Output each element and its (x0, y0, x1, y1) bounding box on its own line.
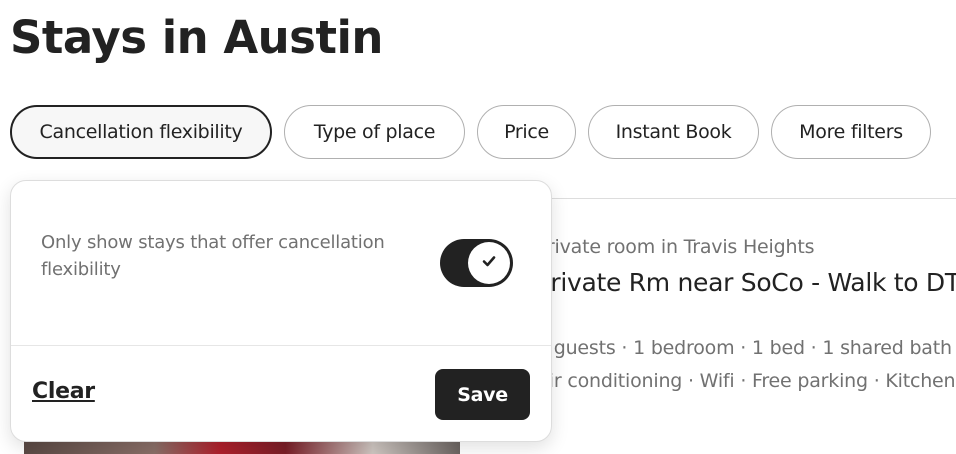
filter-cancellation-flexibility[interactable]: Cancellation flexibility (10, 105, 272, 159)
toggle-knob (468, 242, 510, 284)
cancellation-toggle[interactable] (440, 239, 513, 287)
page-title: Stays in Austin (10, 11, 383, 64)
listings-divider (540, 198, 956, 199)
listing-subtitle: Private room in Travis Heights (536, 236, 815, 258)
check-icon (481, 253, 497, 273)
filter-price[interactable]: Price (477, 105, 576, 159)
listing-details: 2 guests · 1 bedroom · 1 bed · 1 shared … (536, 337, 952, 359)
popover-divider (11, 345, 551, 346)
filter-more-filters[interactable]: More filters (771, 105, 931, 159)
filter-instant-book[interactable]: Instant Book (588, 105, 759, 159)
cancellation-popover: Only show stays that offer cancellation … (10, 180, 552, 442)
save-button[interactable]: Save (435, 369, 530, 420)
clear-link[interactable]: Clear (32, 379, 95, 404)
listing-name[interactable]: Private Rm near SoCo - Walk to DT! (536, 268, 956, 297)
filter-type-of-place[interactable]: Type of place (284, 105, 465, 159)
listing-amenities: Air conditioning · Wifi · Free parking ·… (536, 370, 956, 392)
cancellation-description: Only show stays that offer cancellation … (41, 232, 385, 280)
